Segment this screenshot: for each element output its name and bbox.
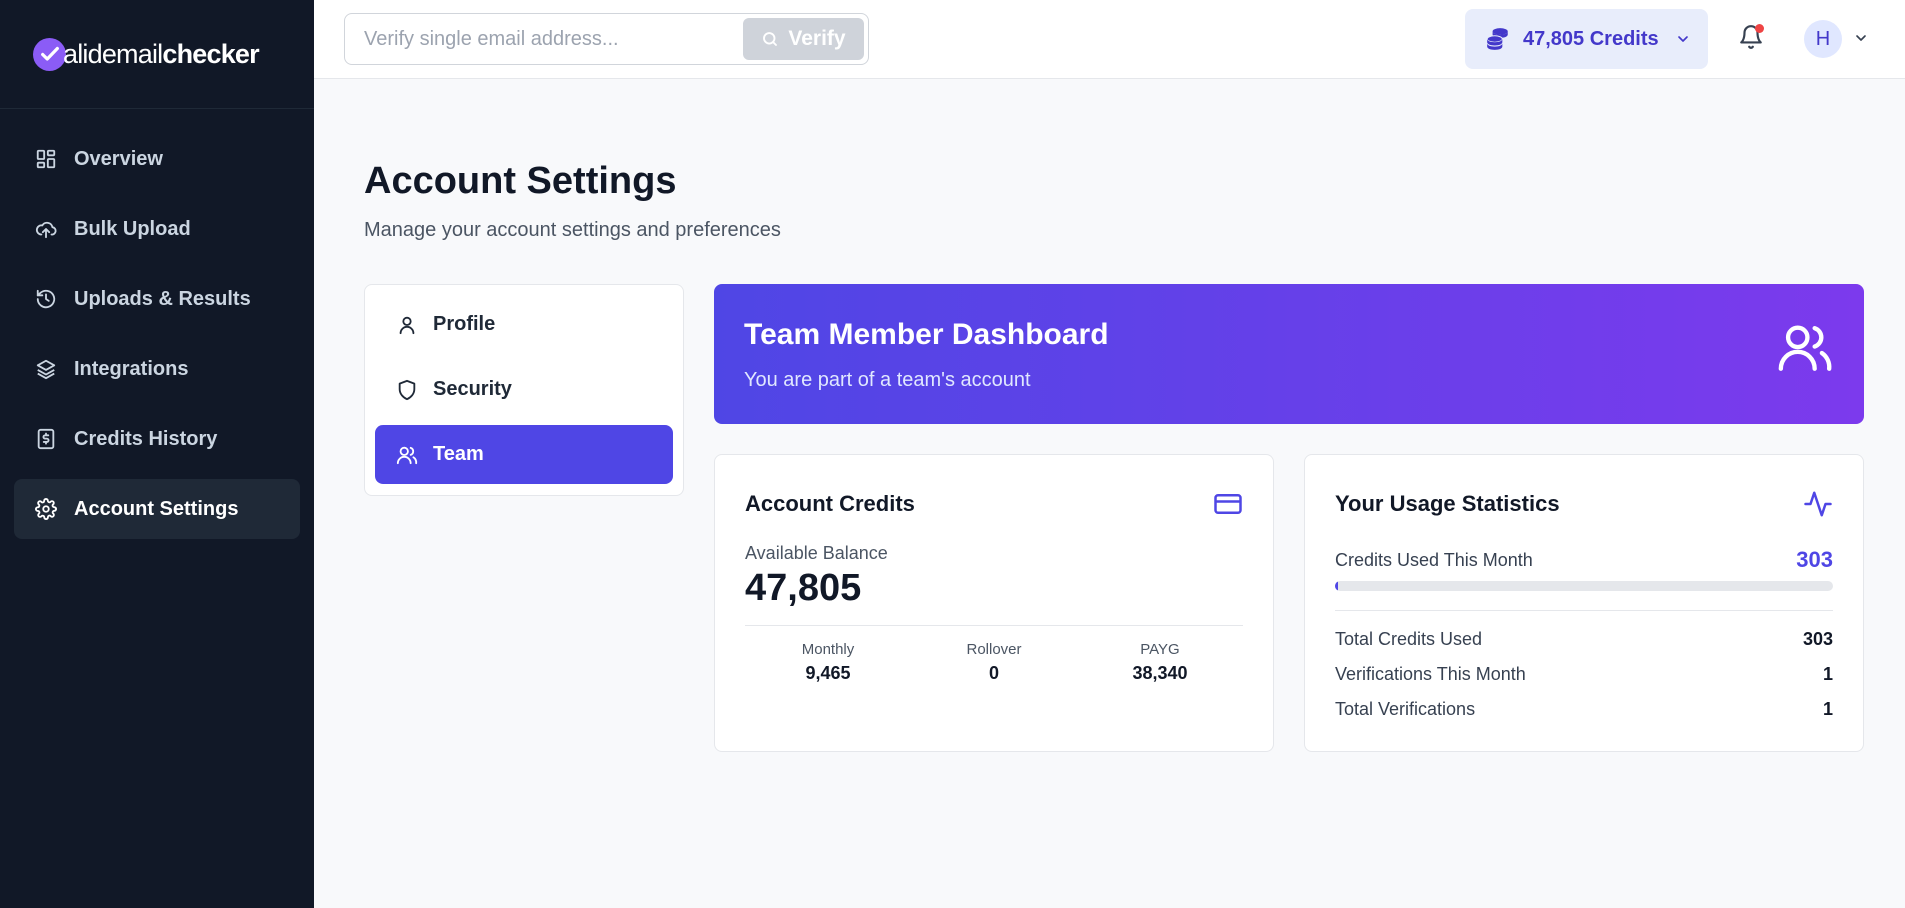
credits-used-label: Credits Used This Month bbox=[1335, 549, 1533, 570]
topbar: Verify 47,805 Credits H bbox=[314, 0, 1905, 79]
sidebar-item-overview[interactable]: Overview bbox=[14, 129, 300, 189]
sidebar-item-label: Overview bbox=[74, 147, 163, 170]
team-banner: Team Member Dashboard You are part of a … bbox=[714, 284, 1864, 424]
shield-icon bbox=[395, 378, 419, 402]
divider bbox=[1335, 610, 1833, 611]
usage-statistics-card: Your Usage Statistics Credits Used This … bbox=[1304, 454, 1864, 752]
email-verify-form: Verify bbox=[344, 13, 869, 65]
sidebar-nav: Overview Bulk Upload Uploads & Results I… bbox=[0, 109, 314, 539]
notification-badge bbox=[1755, 24, 1764, 33]
stat-label: Total Credits Used bbox=[1335, 629, 1483, 649]
stat-value: 303 bbox=[1802, 629, 1833, 649]
dashboard-grid-icon bbox=[34, 147, 58, 171]
users-icon bbox=[1776, 318, 1834, 381]
sidebar-item-label: Account Settings bbox=[74, 497, 239, 520]
card-title: Account Credits bbox=[745, 491, 915, 516]
divider bbox=[745, 625, 1243, 626]
stat-row: Total Credits Used 303 bbox=[1335, 629, 1833, 650]
sidebar-item-bulk-upload[interactable]: Bulk Upload bbox=[14, 199, 300, 259]
credits-breakdown: Monthly 9,465 Rollover 0 PAYG 38,340 bbox=[745, 641, 1243, 684]
sidebar-item-integrations[interactable]: Integrations bbox=[14, 339, 300, 399]
verify-button[interactable]: Verify bbox=[743, 18, 864, 60]
breakdown-monthly: Monthly 9,465 bbox=[745, 641, 911, 684]
credits-used-row: Credits Used This Month 303 bbox=[1335, 547, 1833, 573]
gear-icon bbox=[34, 497, 58, 521]
breakdown-payg: PAYG 38,340 bbox=[1077, 641, 1243, 684]
credits-label: 47,805 Credits bbox=[1523, 27, 1659, 50]
sidebar-item-account-settings[interactable]: Account Settings bbox=[14, 479, 300, 539]
chevron-down-icon bbox=[1675, 31, 1691, 47]
coins-icon bbox=[1485, 26, 1511, 52]
tab-security[interactable]: Security bbox=[375, 360, 673, 419]
available-balance-value: 47,805 bbox=[745, 567, 862, 609]
breakdown-value: 9,465 bbox=[805, 663, 851, 683]
email-verify-input[interactable] bbox=[346, 15, 736, 63]
tab-team[interactable]: Team bbox=[375, 425, 673, 484]
banner-title: Team Member Dashboard bbox=[744, 318, 1109, 351]
credits-used-progress bbox=[1335, 581, 1833, 591]
activity-icon bbox=[1803, 489, 1833, 524]
tab-profile[interactable]: Profile bbox=[375, 295, 673, 354]
sidebar-item-credits-history[interactable]: Credits History bbox=[14, 409, 300, 469]
tab-label: Team bbox=[433, 443, 484, 465]
breakdown-value: 38,340 bbox=[1132, 663, 1188, 683]
logo[interactable]: alidemailchecker bbox=[0, 0, 314, 109]
banner-subtitle: You are part of a team's account bbox=[744, 369, 1031, 391]
breakdown-label: PAYG bbox=[1140, 641, 1180, 658]
search-icon bbox=[761, 30, 779, 48]
available-balance-label: Available Balance bbox=[745, 543, 888, 563]
stat-label: Total Verifications bbox=[1335, 699, 1476, 719]
layers-icon bbox=[34, 357, 58, 381]
card-title: Your Usage Statistics bbox=[1335, 491, 1560, 516]
sidebar-item-label: Credits History bbox=[74, 427, 218, 450]
breakdown-rollover: Rollover 0 bbox=[911, 641, 1077, 684]
stat-row: Verifications This Month 1 bbox=[1335, 664, 1833, 685]
verify-button-label: Verify bbox=[788, 27, 846, 50]
sidebar-item-label: Integrations bbox=[74, 357, 189, 380]
cloud-upload-icon bbox=[34, 217, 58, 241]
tab-label: Security bbox=[433, 378, 512, 400]
stat-label: Verifications This Month bbox=[1335, 664, 1526, 684]
progress-fill bbox=[1335, 581, 1338, 591]
avatar[interactable]: H bbox=[1804, 20, 1842, 58]
notifications-button[interactable] bbox=[1738, 24, 1766, 52]
account-credits-card: Account Credits Available Balance 47,805… bbox=[714, 454, 1274, 752]
history-icon bbox=[34, 287, 58, 311]
stat-row: Total Verifications 1 bbox=[1335, 699, 1833, 720]
page-title: Account Settings bbox=[364, 160, 677, 202]
settings-nav: Profile Security Team bbox=[364, 284, 684, 496]
breakdown-value: 0 bbox=[988, 663, 999, 683]
receipt-icon bbox=[34, 427, 58, 451]
breakdown-label: Monthly bbox=[801, 641, 855, 658]
user-icon bbox=[395, 313, 419, 337]
credits-used-value: 303 bbox=[1796, 547, 1833, 572]
credit-card-icon bbox=[1213, 489, 1243, 524]
breakdown-label: Rollover bbox=[966, 641, 1022, 658]
bell-icon bbox=[1738, 25, 1764, 54]
stat-value: 1 bbox=[1822, 664, 1833, 684]
checkmark-logo-icon bbox=[33, 37, 66, 71]
page-subtitle: Manage your account settings and prefere… bbox=[364, 219, 781, 241]
tab-label: Profile bbox=[433, 313, 496, 335]
sidebar-item-label: Bulk Upload bbox=[74, 217, 191, 240]
chevron-down-icon[interactable] bbox=[1853, 30, 1869, 51]
users-icon bbox=[395, 443, 419, 467]
credits-dropdown[interactable]: 47,805 Credits bbox=[1465, 9, 1708, 69]
sidebar-item-uploads-results[interactable]: Uploads & Results bbox=[14, 269, 300, 329]
sidebar: alidemailchecker Overview Bulk Upload Up… bbox=[0, 0, 314, 908]
sidebar-item-label: Uploads & Results bbox=[74, 287, 251, 310]
logo-text: alidemailchecker bbox=[63, 38, 260, 69]
stat-value: 1 bbox=[1822, 699, 1833, 719]
